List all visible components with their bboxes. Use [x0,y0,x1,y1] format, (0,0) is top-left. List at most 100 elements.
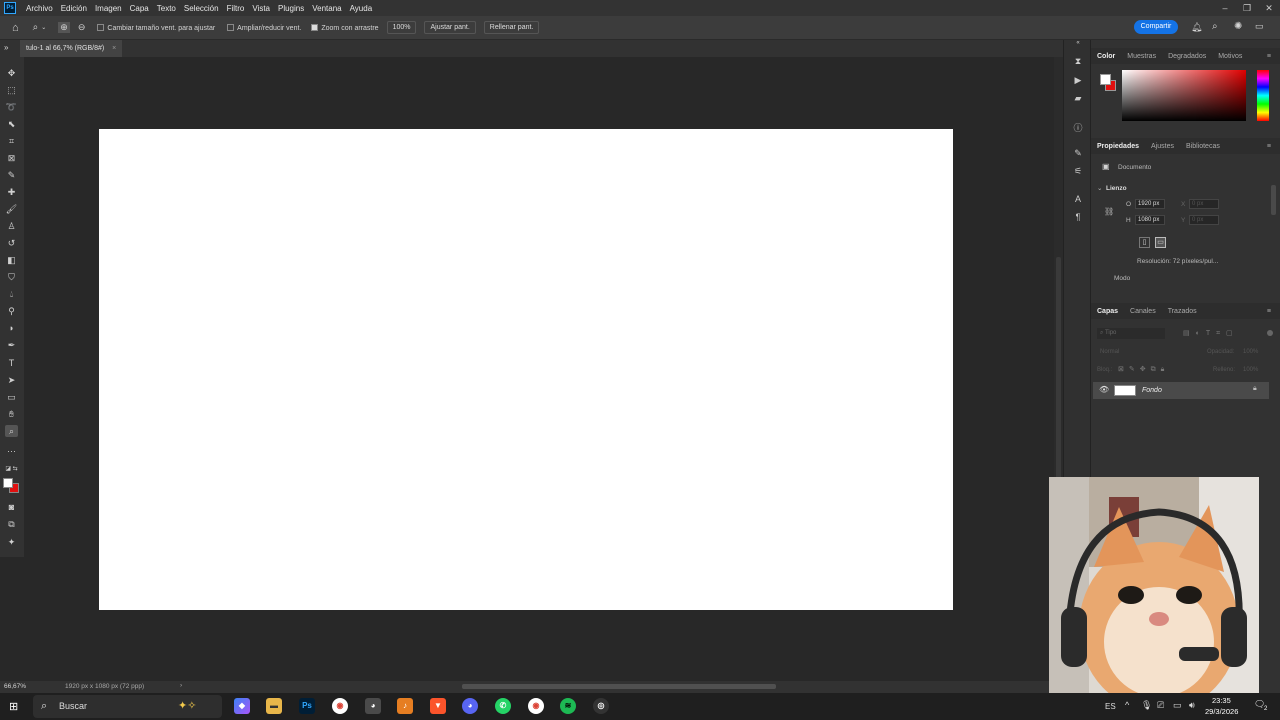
zoom-all-checkbox[interactable]: Ampliar/reducir vent. [227,23,301,32]
character-icon[interactable]: A [1071,194,1085,206]
height-field[interactable]: 1080 px [1135,215,1165,225]
eraser-tool-icon[interactable]: ◧ [5,254,18,266]
tab-bibliotecas[interactable]: Bibliotecas [1180,143,1226,150]
search-icon[interactable]: ⌕ [1212,21,1218,32]
lock-icon[interactable]: 🔒︎ [1253,385,1257,393]
link-icon[interactable]: ⛓ [1104,207,1114,216]
restore-icon[interactable]: ❐ [1236,0,1258,16]
home-icon[interactable]: ⌂ [12,22,19,34]
resize-windows-checkbox[interactable]: Cambiar tamaño vent. para ajustar [97,23,215,32]
path-selection-tool-icon[interactable]: ➤ [5,374,18,386]
y-field[interactable]: 0 px [1189,215,1219,225]
share-button[interactable]: Compartir [1134,20,1178,34]
tab-propiedades[interactable]: Propiedades [1091,143,1145,150]
hue-slider[interactable] [1257,70,1269,121]
microphone-icon[interactable]: 🎙︎ [1141,700,1152,711]
lock-icons[interactable]: ⊠✎✥⧉🔒︎ [1118,365,1169,374]
taskbar-search-box[interactable]: ⌕ Buscar ✦✧ [33,695,222,718]
actions-icon[interactable]: ▶ [1071,75,1085,87]
discover-icon[interactable]: ✺ [1234,21,1242,32]
history-icon[interactable]: ⧗ [1071,56,1085,68]
portrait-orientation-icon[interactable]: ▯ [1139,237,1150,248]
default-colors-icon[interactable]: ◪ ⇆ [5,462,18,474]
paragraph-icon[interactable]: ¶ [1071,212,1085,224]
type-tool-icon[interactable]: T [5,357,18,369]
app-icon[interactable]: ◎ [593,698,609,714]
more-tools-icon[interactable]: ··· [5,445,18,457]
blend-mode-select[interactable]: Normal [1097,347,1191,358]
layer-name[interactable]: Fondo [1142,387,1162,394]
menu-seleccion[interactable]: Selección [180,4,223,13]
tab-capas[interactable]: Capas [1091,308,1124,315]
history-brush-tool-icon[interactable]: ↺ [5,237,18,249]
menu-imagen[interactable]: Imagen [91,4,126,13]
menu-capa[interactable]: Capa [126,4,153,13]
zoom-out-icon[interactable]: ⊖ [78,22,86,33]
pen-tool-icon[interactable]: ✒ [5,339,18,351]
brush-tool-icon[interactable]: 🖌︎ [5,203,18,215]
screen-mode-icon[interactable]: ⧉ [5,518,18,530]
photoshop-logo-icon[interactable]: Ps [4,2,16,14]
comments-icon[interactable]: ▰ [1071,93,1085,105]
rectangle-tool-icon[interactable]: ▭ [5,391,18,403]
menu-edicion[interactable]: Edición [57,4,91,13]
bell-icon[interactable]: 🔔︎ [1191,22,1202,33]
brushes-icon[interactable]: ✎ [1071,148,1085,160]
layer-filter-field[interactable]: ⌕ Tipo [1097,328,1165,339]
chrome-profile-icon[interactable]: ◉ [528,698,544,714]
whatsapp-icon[interactable]: ✆ [495,698,511,714]
fill-screen-button[interactable]: Rellenar pant. [483,21,540,34]
tab-canales[interactable]: Canales [1124,308,1162,315]
tab-muestras[interactable]: Muestras [1121,53,1162,60]
menu-ventana[interactable]: Ventana [308,4,345,13]
color-panel-foreground-swatch[interactable] [1100,74,1111,85]
properties-scrollbar[interactable] [1271,185,1276,215]
layer-row[interactable]: 👁︎ Fondo 🔒︎ [1093,382,1269,399]
sponge-tool-icon[interactable]: ◗ [5,322,18,334]
tab-ajustes[interactable]: Ajustes [1145,143,1180,150]
blur-tool-icon[interactable]: 💧︎ [5,288,18,300]
panel-menu-icon[interactable]: ≡ [1261,308,1277,315]
info-icon[interactable]: ⓘ [1071,121,1085,133]
menu-vista[interactable]: Vista [248,4,274,13]
tab-motivos[interactable]: Motivos [1212,53,1248,60]
file-explorer-icon[interactable]: ▬ [266,698,282,714]
eyedropper-tool-icon[interactable]: ✎ [5,169,18,181]
foreground-color-swatch[interactable] [3,478,13,488]
close-tab-icon[interactable]: × [112,45,116,52]
menu-texto[interactable]: Texto [153,4,180,13]
healing-brush-tool-icon[interactable]: ✚ [5,186,18,198]
zoom-100-button[interactable]: 100% [386,21,417,34]
marquee-tool-icon[interactable]: ⬚ [5,84,18,96]
clock-date[interactable]: 29/3/2026 [1205,707,1238,716]
lasso-tool-icon[interactable]: ➰ [5,101,18,113]
filter-toggle-icon[interactable] [1267,330,1273,336]
language-indicator[interactable]: ES [1105,702,1116,711]
document-tab[interactable]: tulo-1 al 66,7% (RGB/8#) × [20,40,123,57]
fl-studio-icon[interactable]: ♪ [397,698,413,714]
chevron-down-icon[interactable]: ⌄ [41,24,46,31]
zoom-tool-icon[interactable]: ⌕ [33,22,39,33]
dodge-tool-icon[interactable]: ⚲ [5,305,18,317]
object-selection-tool-icon[interactable]: ⬉ [5,118,18,130]
frame-tool-icon[interactable]: ⊠ [5,152,18,164]
scrubby-zoom-checkbox[interactable]: Zoom con arrastre [311,23,379,32]
menu-archivo[interactable]: Archivo [22,4,57,13]
minimize-icon[interactable]: – [1214,0,1236,16]
brush-settings-icon[interactable]: ⚟ [1071,166,1085,178]
eye-visibility-icon[interactable]: 👁︎ [1099,385,1109,394]
fill-value[interactable]: 100% [1243,367,1258,373]
network-icon[interactable]: ⎚ [1157,700,1164,711]
app-icon[interactable]: ◕ [365,698,381,714]
zoom-in-icon[interactable]: ⊕ [58,22,70,33]
document-canvas[interactable] [99,129,953,610]
collapse-panel-icon[interactable]: » [4,43,8,52]
move-tool-icon[interactable]: ✥ [5,67,18,79]
layer-filter-icons[interactable]: ▤◐T⌗▢ [1183,329,1239,338]
clock-time[interactable]: 23:35 [1212,696,1231,705]
battery-icon[interactable]: ▭ [1173,700,1182,711]
tab-trazados[interactable]: Trazados [1162,308,1203,315]
brave-icon[interactable]: ▼ [430,698,446,714]
landscape-orientation-icon[interactable]: ▭ [1155,237,1166,248]
crop-tool-icon[interactable]: ⌗ [5,135,18,147]
